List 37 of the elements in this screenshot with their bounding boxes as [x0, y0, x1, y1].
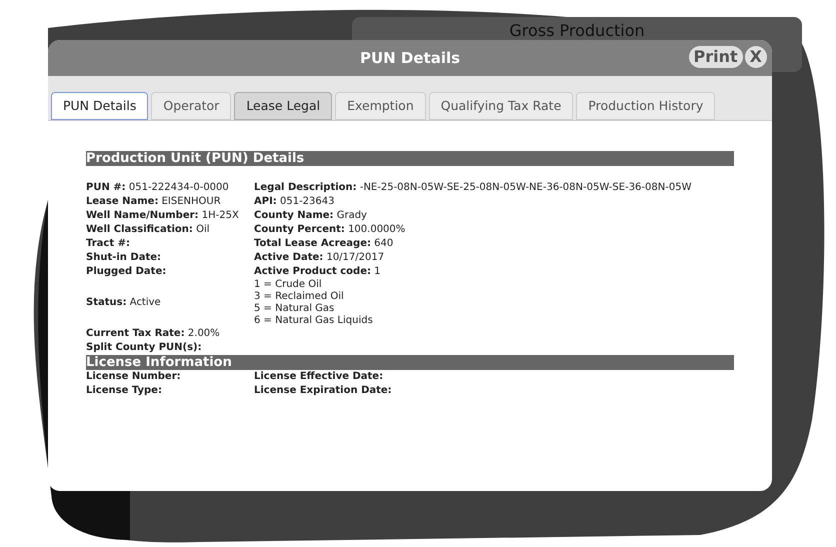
section-header: License Information [86, 355, 734, 370]
field-text: Plugged Date: [86, 265, 166, 279]
field-text: Split County PUN(s): [86, 341, 202, 355]
field-text: PUN #: 051-222434-0-0000 [86, 181, 229, 195]
field-text: Shut-in Date: [86, 251, 162, 265]
tab[interactable]: PUN Details [51, 92, 148, 120]
field-text: License Effective Date: [254, 370, 384, 384]
tab[interactable]: Qualifying Tax Rate [428, 92, 574, 120]
field-text: Well Name/Number: 1H-25X [86, 209, 239, 223]
field-text: License Number: [86, 370, 181, 384]
product-code-text: 5 = Natural Gas [254, 303, 336, 315]
field-text: Well Classification: Oil [86, 223, 210, 237]
tab[interactable]: Operator [151, 92, 232, 120]
field-text: Active Product code: 1 [254, 265, 382, 279]
field-text: Current Tax Rate: 2.00% [86, 327, 220, 341]
print-button[interactable]: Print [688, 46, 743, 68]
dialog-title: PUN Details [360, 48, 460, 69]
field-text: Total Lease Acreage: 640 [254, 237, 394, 251]
field-text: Status: Active [86, 296, 161, 310]
tab[interactable]: Exemption [335, 92, 426, 120]
field-text: License Type: [86, 384, 162, 398]
window-title: Gross Production [509, 20, 645, 42]
product-code-text: 6 = Natural Gas Liquids [254, 315, 374, 327]
close-button[interactable]: X [744, 46, 767, 68]
section-header: Production Unit (PUN) Details [86, 151, 734, 166]
tab[interactable]: Production History [576, 92, 716, 120]
field-text: Tract #: [86, 237, 130, 251]
field-text: County Percent: 100.0000% [254, 223, 406, 237]
tab[interactable]: Lease Legal [234, 92, 332, 120]
product-code-text: 3 = Reclaimed Oil [254, 291, 345, 303]
product-code-text: 1 = Crude Oil [254, 279, 323, 291]
field-text: Legal Description: -NE-25-08N-05W-SE-25-08N-05W-NE-36-08N-05W-SE-36-08N-05W [254, 181, 692, 195]
field-text: Active Date: 10/17/2017 [254, 251, 386, 265]
field-text: Lease Name: EISENHOUR [86, 195, 221, 209]
field-text: County Name: Grady [254, 209, 368, 223]
field-text: License Expiration Date: [254, 384, 393, 398]
field-text: API: 051-23643 [254, 195, 336, 209]
